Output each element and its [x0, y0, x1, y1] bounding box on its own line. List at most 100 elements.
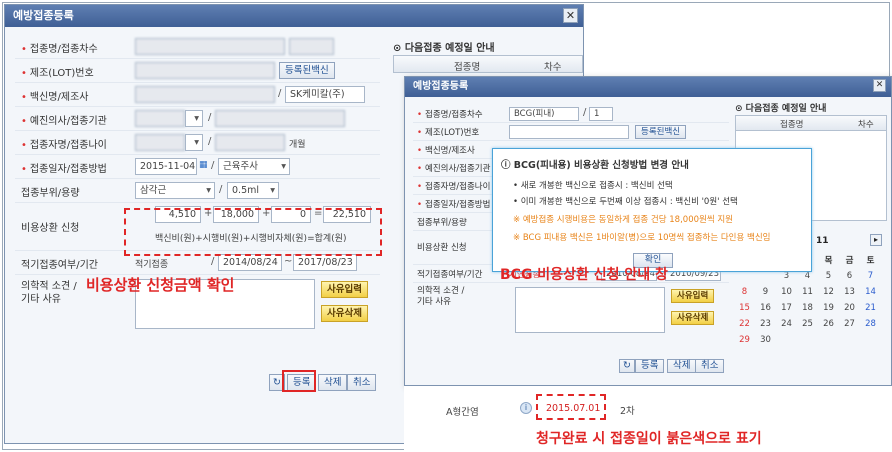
day-cell[interactable]: 17 — [776, 300, 797, 316]
doctor-select[interactable] — [185, 110, 203, 127]
label: 접종부위/용량 — [417, 218, 467, 228]
day-cell[interactable]: 8 — [734, 284, 755, 300]
next-schedule-grid-header: 접종명 차수 — [735, 115, 887, 131]
reason-input-button[interactable]: 사유입력 — [321, 281, 368, 298]
day-cell[interactable]: 5 — [818, 268, 839, 284]
person-field[interactable]: x — [135, 134, 185, 151]
bcg-notice-popup: ⓘ BCG(피내용) 비용상환 신청방법 변경 안내 • 새로 개봉한 백신으로… — [492, 148, 812, 272]
delete-button[interactable]: 삭제 — [667, 359, 697, 373]
dose-select[interactable]: 0.5ml — [227, 182, 279, 199]
institution-field[interactable]: x — [215, 110, 345, 127]
history-vaccine: A형간염 — [446, 407, 479, 418]
day-cell[interactable]: 20 — [839, 300, 860, 316]
day-cell[interactable]: 22 — [734, 316, 755, 332]
col-vaccine: 접종명 — [454, 62, 481, 73]
next-schedule-grid-header: 접종명 차수 — [393, 55, 583, 73]
day-cell[interactable]: 30 — [755, 332, 776, 348]
col-dose: 차수 — [858, 120, 874, 130]
cancel-button[interactable]: 취소 — [695, 359, 725, 373]
delete-button[interactable]: 삭제 — [318, 374, 348, 391]
day-cell[interactable]: 14 — [860, 284, 881, 300]
day-cell[interactable]: 27 — [839, 316, 860, 332]
reason-delete-button[interactable]: 사유삭제 — [321, 305, 368, 322]
day-cell[interactable]: 29 — [734, 332, 755, 348]
popup-line: • 이미 개봉한 백신으로 두번째 이상 접종시 : 백신비 '0원' 선택 — [513, 197, 738, 207]
period-from: 2014/08/24 — [218, 254, 282, 271]
person-select[interactable] — [185, 134, 203, 151]
day-cell[interactable]: 18 — [797, 300, 818, 316]
vaccine-name-field[interactable]: x — [135, 86, 275, 103]
registered-vaccine-button[interactable]: 등록된백신 — [279, 62, 335, 79]
registered-vaccine-button[interactable]: 등록된백신 — [635, 125, 687, 139]
row-lot: 제조(LOT)번호 x 등록된백신 — [15, 59, 380, 83]
window-title: 예방접종등록 — [413, 81, 469, 92]
slash: / — [278, 88, 282, 99]
method-select[interactable]: 근육주사 — [218, 158, 290, 175]
day-cell[interactable]: 24 — [776, 316, 797, 332]
cancel-button[interactable]: 취소 — [347, 374, 377, 391]
next-month-icon[interactable]: ▸ — [870, 234, 882, 246]
day-cell[interactable]: 7 — [860, 268, 881, 284]
day-cell[interactable]: 19 — [818, 300, 839, 316]
reason-input-button[interactable]: 사유입력 — [671, 289, 715, 303]
day-cell[interactable]: 21 — [860, 300, 881, 316]
opinion-textarea[interactable] — [515, 287, 665, 333]
label-maker: 백신명/제조사 — [21, 88, 89, 103]
day-cell[interactable] — [797, 332, 818, 348]
refresh-icon: ↻ — [623, 360, 631, 371]
reason-delete-button[interactable]: 사유삭제 — [671, 311, 715, 325]
day-cell[interactable] — [839, 332, 860, 348]
info-icon[interactable]: i — [520, 402, 532, 414]
popup-line: • 새로 개봉한 백신으로 접종시 : 백신비 선택 — [513, 181, 673, 191]
close-button[interactable]: ✕ — [873, 79, 886, 92]
day-cell[interactable]: 12 — [818, 284, 839, 300]
dose-number-field[interactable]: 1 — [589, 107, 613, 121]
day-cell[interactable]: 15 — [734, 300, 755, 316]
day-cell[interactable]: 25 — [797, 316, 818, 332]
label: 접종일자/접종방법 — [417, 198, 490, 210]
vaccine-field[interactable]: BCG(피내) — [509, 107, 579, 121]
label: 비용상환 신청 — [417, 243, 467, 253]
day-cell[interactable]: 23 — [755, 316, 776, 332]
calendar-month: 11 — [816, 236, 829, 246]
register-button[interactable]: 등록 — [635, 359, 665, 373]
maker-field[interactable]: SK케미칼(주) — [285, 86, 365, 103]
age-unit: 개월 — [289, 140, 306, 150]
weekday-label: 토 — [866, 256, 875, 266]
day-cell[interactable]: 6 — [839, 268, 860, 284]
vaccine-field[interactable]: x — [135, 38, 285, 55]
label-doctor: 예진의사/접종기관 — [21, 112, 107, 127]
label: 예진의사/접종기관 — [417, 162, 490, 174]
day-cell[interactable]: 10 — [776, 284, 797, 300]
day-cell[interactable]: 13 — [839, 284, 860, 300]
calendar-icon[interactable]: ▦ — [199, 160, 208, 170]
next-schedule-panel: ⊙ 다음접종 예정일 안내 접종명 차수 — [735, 101, 887, 221]
refresh-icon: ↻ — [273, 377, 281, 388]
tilde: ~ — [284, 256, 293, 267]
row-vaccine: 접종명/접종차수 BCG(피내) / 1 — [413, 105, 729, 123]
doctor-field[interactable]: x — [135, 110, 185, 127]
history-list: A형간염 i 2015.07.01 2차 청구완료 시 접종일이 붉은색으로 표… — [404, 386, 892, 452]
day-cell[interactable]: 9 — [755, 284, 776, 300]
day-cell[interactable] — [860, 332, 881, 348]
lot-field[interactable] — [509, 125, 629, 139]
day-cell[interactable]: 28 — [860, 316, 881, 332]
day-cell[interactable]: 11 — [797, 284, 818, 300]
day-cell[interactable] — [776, 332, 797, 348]
annotation-bcg-notice: BCG 비용상환 신청 안내 창 — [500, 267, 668, 283]
label: 접종자명/접종나이 — [417, 180, 490, 192]
row-date: 접종일자/접종방법 2015-11-04 ▦ / 근육주사 — [15, 155, 380, 179]
date-field[interactable]: 2015-11-04 — [135, 158, 197, 175]
dose-number-field[interactable]: x — [289, 38, 334, 55]
close-button[interactable]: ✕ — [563, 8, 578, 23]
window-titlebar: 예방접종등록 ✕ — [5, 5, 583, 27]
refresh-button[interactable]: ↻ — [619, 359, 635, 373]
popup-note: ※ 예방접종 시행비용은 동일하게 접종 건당 18,000원씩 지원 — [513, 215, 733, 225]
site-select[interactable]: 삼각근 — [135, 182, 215, 199]
day-cell[interactable]: 26 — [818, 316, 839, 332]
age-field[interactable]: x — [215, 134, 285, 151]
day-cell[interactable]: 16 — [755, 300, 776, 316]
label-date: 접종일자/접종방법 — [21, 160, 107, 175]
lot-field[interactable]: x — [135, 62, 275, 79]
day-cell[interactable] — [818, 332, 839, 348]
